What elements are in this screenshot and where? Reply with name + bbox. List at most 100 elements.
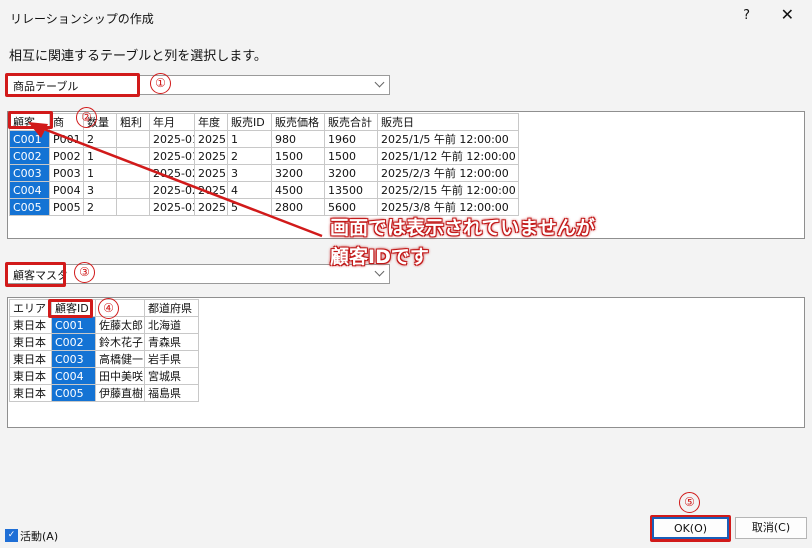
table1-column-header[interactable]: 販売ID xyxy=(227,113,272,131)
table1-cell: 3 xyxy=(227,164,272,182)
table2-cell: 宮城県 xyxy=(144,367,199,385)
table1-cell: 1 xyxy=(83,147,117,165)
table2-cell: 佐藤太郎 xyxy=(95,316,145,334)
table2-cell: 青森県 xyxy=(144,333,199,351)
table1-cell xyxy=(116,147,150,165)
table2-cell: 伊藤直樹 xyxy=(95,384,145,402)
highlight-table2-select xyxy=(5,262,66,287)
table2-cell: C001 xyxy=(51,316,96,334)
table1-cell xyxy=(116,198,150,216)
table1-cell: 2025-03 xyxy=(149,198,195,216)
table1-cell xyxy=(116,130,150,148)
callout-line2: 顧客IDです xyxy=(330,246,429,268)
table1-cell: P001 xyxy=(49,130,84,148)
table1-cell: 2025-01 xyxy=(149,147,195,165)
table2-cell: 東日本 xyxy=(9,350,52,368)
table1-cell: 2 xyxy=(227,147,272,165)
step-1-marker: ① xyxy=(150,73,171,94)
table2-column-header[interactable]: エリア xyxy=(9,299,52,317)
table1-cell: C001 xyxy=(9,130,50,148)
step-5-marker: ⑤ xyxy=(679,492,700,513)
table1-column-header[interactable]: 販売日 xyxy=(377,113,519,131)
table1-row: C005 P005 2 2025-03 2025 5 2800 5600 2025/3/8 午前… xyxy=(9,198,519,216)
highlight-customerid-col xyxy=(48,299,93,318)
table2-row: 東日本 C001 佐藤太郎 北海道 xyxy=(9,316,199,334)
window-title: リレーションシップの作成 xyxy=(10,12,154,26)
table1-cell: 2025-01 xyxy=(149,130,195,148)
table1-cell: 1500 xyxy=(324,147,378,165)
table1-cell: P003 xyxy=(49,164,84,182)
cancel-button[interactable]: 取消(C) xyxy=(735,517,807,539)
active-checkbox-label[interactable]: 活動(A) xyxy=(20,528,58,544)
table1-cell: 2 xyxy=(83,130,117,148)
table1-cell: 2025 xyxy=(194,130,228,148)
table2-cell: 岩手県 xyxy=(144,350,199,368)
table1-column-header[interactable]: 販売価格 xyxy=(271,113,325,131)
step-3-marker: ③ xyxy=(74,262,95,283)
table1-cell: 4500 xyxy=(271,181,325,199)
table1-cell: 2025/2/15 午前 12:00:00 xyxy=(377,181,519,199)
table1-column-header[interactable]: 販売合計 xyxy=(324,113,378,131)
table1-cell: P005 xyxy=(49,198,84,216)
table1-cell: 2025/1/12 午前 12:00:00 xyxy=(377,147,519,165)
table2-row: 東日本 C003 高橋健一 岩手県 xyxy=(9,350,199,368)
table2-cell: 東日本 xyxy=(9,333,52,351)
table1-cell xyxy=(116,181,150,199)
table1-cell xyxy=(116,164,150,182)
table2-row: 東日本 C005 伊藤直樹 福島県 xyxy=(9,384,199,402)
table1-column-header[interactable]: 年度 xyxy=(194,113,228,131)
table1-cell: 2025-02 xyxy=(149,181,195,199)
table1-cell: 2025/2/3 午前 12:00:00 xyxy=(377,164,519,182)
table2-row: 東日本 C002 鈴木花子 青森県 xyxy=(9,333,199,351)
table1-cell: 2025 xyxy=(194,181,228,199)
chevron-down-icon xyxy=(374,77,385,88)
title-bar: リレーションシップの作成 ? ✕ xyxy=(0,0,812,34)
table1-column-header[interactable]: 粗利 xyxy=(116,113,150,131)
table1-cell: P002 xyxy=(49,147,84,165)
table1-cell: 2025 xyxy=(194,198,228,216)
table1-cell: 1 xyxy=(227,130,272,148)
highlight-customer-col xyxy=(8,111,53,129)
table1-cell: C004 xyxy=(9,181,50,199)
table2-row: 東日本 C004 田中美咲 宮城県 xyxy=(9,367,199,385)
active-checkbox[interactable]: ✓ xyxy=(5,529,18,542)
table1-cell: 1500 xyxy=(271,147,325,165)
table2-cell: 東日本 xyxy=(9,316,52,334)
table2-cell: 東日本 xyxy=(9,384,52,402)
table1-cell: 1960 xyxy=(324,130,378,148)
table2-cell: 北海道 xyxy=(144,316,199,334)
table1-cell: 3 xyxy=(83,181,117,199)
table1-cell: 2025/3/8 午前 12:00:00 xyxy=(377,198,519,216)
table1-cell: 4 xyxy=(227,181,272,199)
table1-grid: 顧客商数量 粗利 年月 年度 販売ID 販売価格 販売合計 販売日 C001 P001 2 2025… xyxy=(9,113,519,216)
table2-column-header[interactable]: 都道府県 xyxy=(144,299,199,317)
table2-cell: 田中美咲 xyxy=(95,367,145,385)
ok-button[interactable]: OK(O) xyxy=(652,517,729,539)
table1-cell: 1 xyxy=(83,164,117,182)
step-2-marker: ② xyxy=(76,107,97,128)
table2-cell: 福島県 xyxy=(144,384,199,402)
table1-cell: C002 xyxy=(9,147,50,165)
step-4-marker: ④ xyxy=(98,298,119,319)
table2-cell: 鈴木花子 xyxy=(95,333,145,351)
table1-cell: 5 xyxy=(227,198,272,216)
highlight-table1-select xyxy=(5,73,140,97)
table2-cell: C005 xyxy=(51,384,96,402)
instruction-text: 相互に関連するテーブルと列を選択します。 xyxy=(9,49,267,64)
table2-grid-panel: エリア 顧客ID 都道府県 東日本 C001 佐藤太郎 北海道 東日本 C002 鈴木花子 青森県… xyxy=(7,297,805,428)
table1-row: C001 P001 2 2025-01 2025 1 980 1960 2025/1/5 午前 … xyxy=(9,130,519,148)
table2-cell: C004 xyxy=(51,367,96,385)
close-button[interactable]: ✕ xyxy=(781,5,794,24)
table1-cell: 3200 xyxy=(324,164,378,182)
callout-line1: 画面では表示されていませんが xyxy=(330,217,595,239)
table1-column-header[interactable]: 年月 xyxy=(149,113,195,131)
table1-cell: 2025-02 xyxy=(149,164,195,182)
table1-cell: 2800 xyxy=(271,198,325,216)
table1-cell: C005 xyxy=(9,198,50,216)
table1-cell: 2025 xyxy=(194,164,228,182)
table2-cell: C002 xyxy=(51,333,96,351)
help-button[interactable]: ? xyxy=(743,8,750,23)
table1-row: C003 P003 1 2025-02 2025 3 3200 3200 2025/2/3 午前… xyxy=(9,164,519,182)
table1-row: C002 P002 1 2025-01 2025 2 1500 1500 2025/1/12 午… xyxy=(9,147,519,165)
table2-cell: 東日本 xyxy=(9,367,52,385)
